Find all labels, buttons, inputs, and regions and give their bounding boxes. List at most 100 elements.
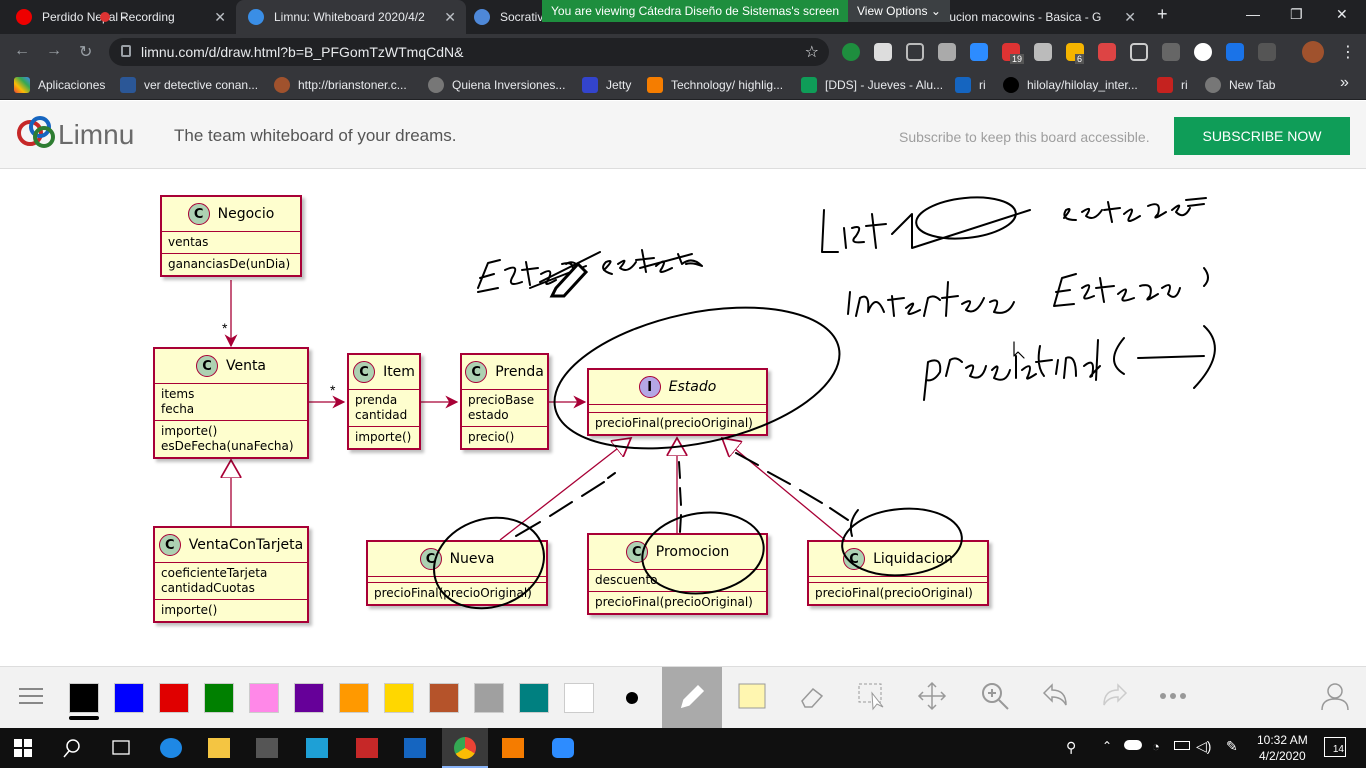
color-swatch[interactable] [204,683,234,713]
zoom-ext-icon[interactable] [970,43,988,61]
class-item[interactable]: C Item prenda cantidad importe() [347,353,421,450]
cast-icon[interactable] [1258,43,1276,61]
bookmark-item[interactable]: http://brianstoner.c... [274,77,407,93]
notifications-button[interactable]: 14 [1324,737,1346,757]
redo-icon[interactable] [1100,681,1130,711]
bookmark-item[interactable]: New Tab [1205,77,1275,93]
chrome-taskbar-item[interactable] [442,728,488,768]
tab-socrative[interactable]: Socrative [466,0,546,34]
profile-avatar[interactable] [1302,41,1324,63]
battery-icon[interactable] [1174,741,1190,750]
more-icon[interactable] [1158,681,1188,711]
class-promocion[interactable]: C Promocion descuento precioFinal(precioO… [587,533,768,615]
extension-icon[interactable] [842,43,860,61]
close-window-icon[interactable]: ✕ [1336,6,1348,23]
kebab-menu-icon[interactable]: ⋮ [1340,42,1356,62]
store-icon[interactable] [256,738,278,758]
people-icon[interactable]: ⚲ [1066,739,1076,756]
close-tab-icon[interactable]: ✕ [444,9,456,26]
onedrive-icon[interactable] [1124,740,1142,750]
pen-workspace-icon[interactable]: ✎ [1226,738,1238,755]
mcafee-icon[interactable] [356,738,378,758]
eraser-icon[interactable] [797,681,827,711]
class-liquidacion[interactable]: C Liquidacion precioFinal(precioOriginal) [807,540,989,606]
class-nueva[interactable]: C Nueva precioFinal(precioOriginal) [366,540,548,606]
system-clock[interactable]: 10:32 AM 4/2/2020 [1257,732,1308,764]
dot-size-icon[interactable] [618,681,648,711]
pocket-icon[interactable] [906,43,924,61]
circle-ext-icon[interactable] [1194,43,1212,61]
bookmark-item[interactable]: [DDS] - Jueves - Alu... [801,77,943,93]
color-swatch[interactable] [114,683,144,713]
subscribe-now-button[interactable]: SUBSCRIBE NOW [1174,117,1350,155]
tray-chevron-icon[interactable]: ⌃ [1102,739,1112,753]
color-swatch[interactable] [429,683,459,713]
bookmarks-overflow-icon[interactable]: » [1340,74,1349,92]
menu-icon[interactable] [16,681,46,711]
new-tab-icon[interactable]: + [1157,4,1168,25]
asterisk-icon[interactable] [1162,43,1180,61]
mail-icon[interactable] [404,738,426,758]
forward-icon[interactable]: → [46,42,62,60]
wifi-icon[interactable]: ◔ [1152,739,1160,754]
class-negocio[interactable]: C Negocio ventas gananciasDe(unDia) [160,195,302,277]
close-tab-icon[interactable]: ✕ [1124,9,1136,26]
back-icon[interactable]: ← [14,42,30,60]
tab-recording[interactable]: Recording ✕ [96,0,236,34]
view-options-button[interactable]: View Options ⌄ [848,0,950,22]
sticky-note-icon[interactable] [737,681,767,711]
color-swatch[interactable] [159,683,189,713]
layers-icon[interactable] [1034,43,1052,61]
color-swatch[interactable] [519,683,549,713]
bookmark-item[interactable]: Quiena Inversiones... [428,77,565,93]
task-view-icon[interactable] [110,738,132,758]
color-swatch[interactable] [294,683,324,713]
bookmark-item[interactable]: Jetty [582,77,631,93]
share-ext-icon[interactable] [1098,43,1116,61]
app-l-icon[interactable] [306,738,328,758]
color-swatch[interactable] [339,683,369,713]
color-swatch[interactable] [474,683,504,713]
file-explorer-icon[interactable] [208,738,230,758]
pencil-tool-active[interactable] [662,667,722,728]
sublime-icon[interactable] [502,738,524,758]
bookmark-star-icon[interactable]: ☆ [805,42,819,62]
dropper-icon[interactable] [1226,43,1244,61]
class-prenda[interactable]: C Prenda precioBase estado precio() [460,353,549,450]
class-venta-con-tarjeta[interactable]: C VentaConTarjeta coeficienteTarjeta canti… [153,526,309,623]
bookmark-item[interactable]: hilolay/hilolay_inter... [1003,77,1138,93]
color-swatch[interactable] [564,683,594,713]
interface-estado[interactable]: I Estado precioFinal(precioOriginal) [587,368,768,436]
url-field[interactable]: limnu.com/d/draw.html?b=B_PFGomTzWTmqCdN… [109,38,829,66]
close-tab-icon[interactable]: ✕ [214,9,226,26]
bookmark-item[interactable]: ri [1157,77,1188,93]
camera-icon[interactable] [938,43,956,61]
move-icon[interactable] [917,681,947,711]
undo-icon[interactable] [1040,681,1070,711]
whiteboard-canvas[interactable]: * * C Negocio ventas gananciasDe(unDia) C… [0,170,1366,666]
tab-macowins[interactable]: solucion macowins - Basica - G ✕ [930,0,1146,34]
color-swatch[interactable] [249,683,279,713]
shield-icon[interactable] [874,43,892,61]
select-icon[interactable] [857,681,887,711]
vr-icon[interactable] [1130,43,1148,61]
zoom-app-icon[interactable] [552,738,574,758]
tab-limnu[interactable]: Limnu: Whiteboard 2020/4/2 ✕ [236,0,466,34]
class-venta[interactable]: C Venta items fecha importe() esDeFecha(una… [153,347,309,459]
volume-icon[interactable]: ◁) [1196,738,1211,755]
restore-icon[interactable]: ❐ [1290,6,1303,23]
bookmark-item[interactable]: Technology/ highlig... [647,77,783,93]
search-icon[interactable] [62,738,84,758]
windows-start-icon[interactable] [14,739,32,757]
class-icon: C [195,355,218,377]
reload-icon[interactable]: ↻ [79,42,92,62]
zoom-icon[interactable] [980,681,1010,711]
user-icon[interactable] [1320,681,1350,711]
color-swatch[interactable] [69,683,99,713]
bookmark-item[interactable]: ri [955,77,986,93]
bookmark-apps[interactable]: Aplicaciones [14,77,105,93]
edge-icon[interactable] [160,738,182,758]
bookmark-item[interactable]: ver detective conan... [120,77,258,93]
minimize-icon[interactable]: — [1246,6,1260,22]
color-swatch[interactable] [384,683,414,713]
